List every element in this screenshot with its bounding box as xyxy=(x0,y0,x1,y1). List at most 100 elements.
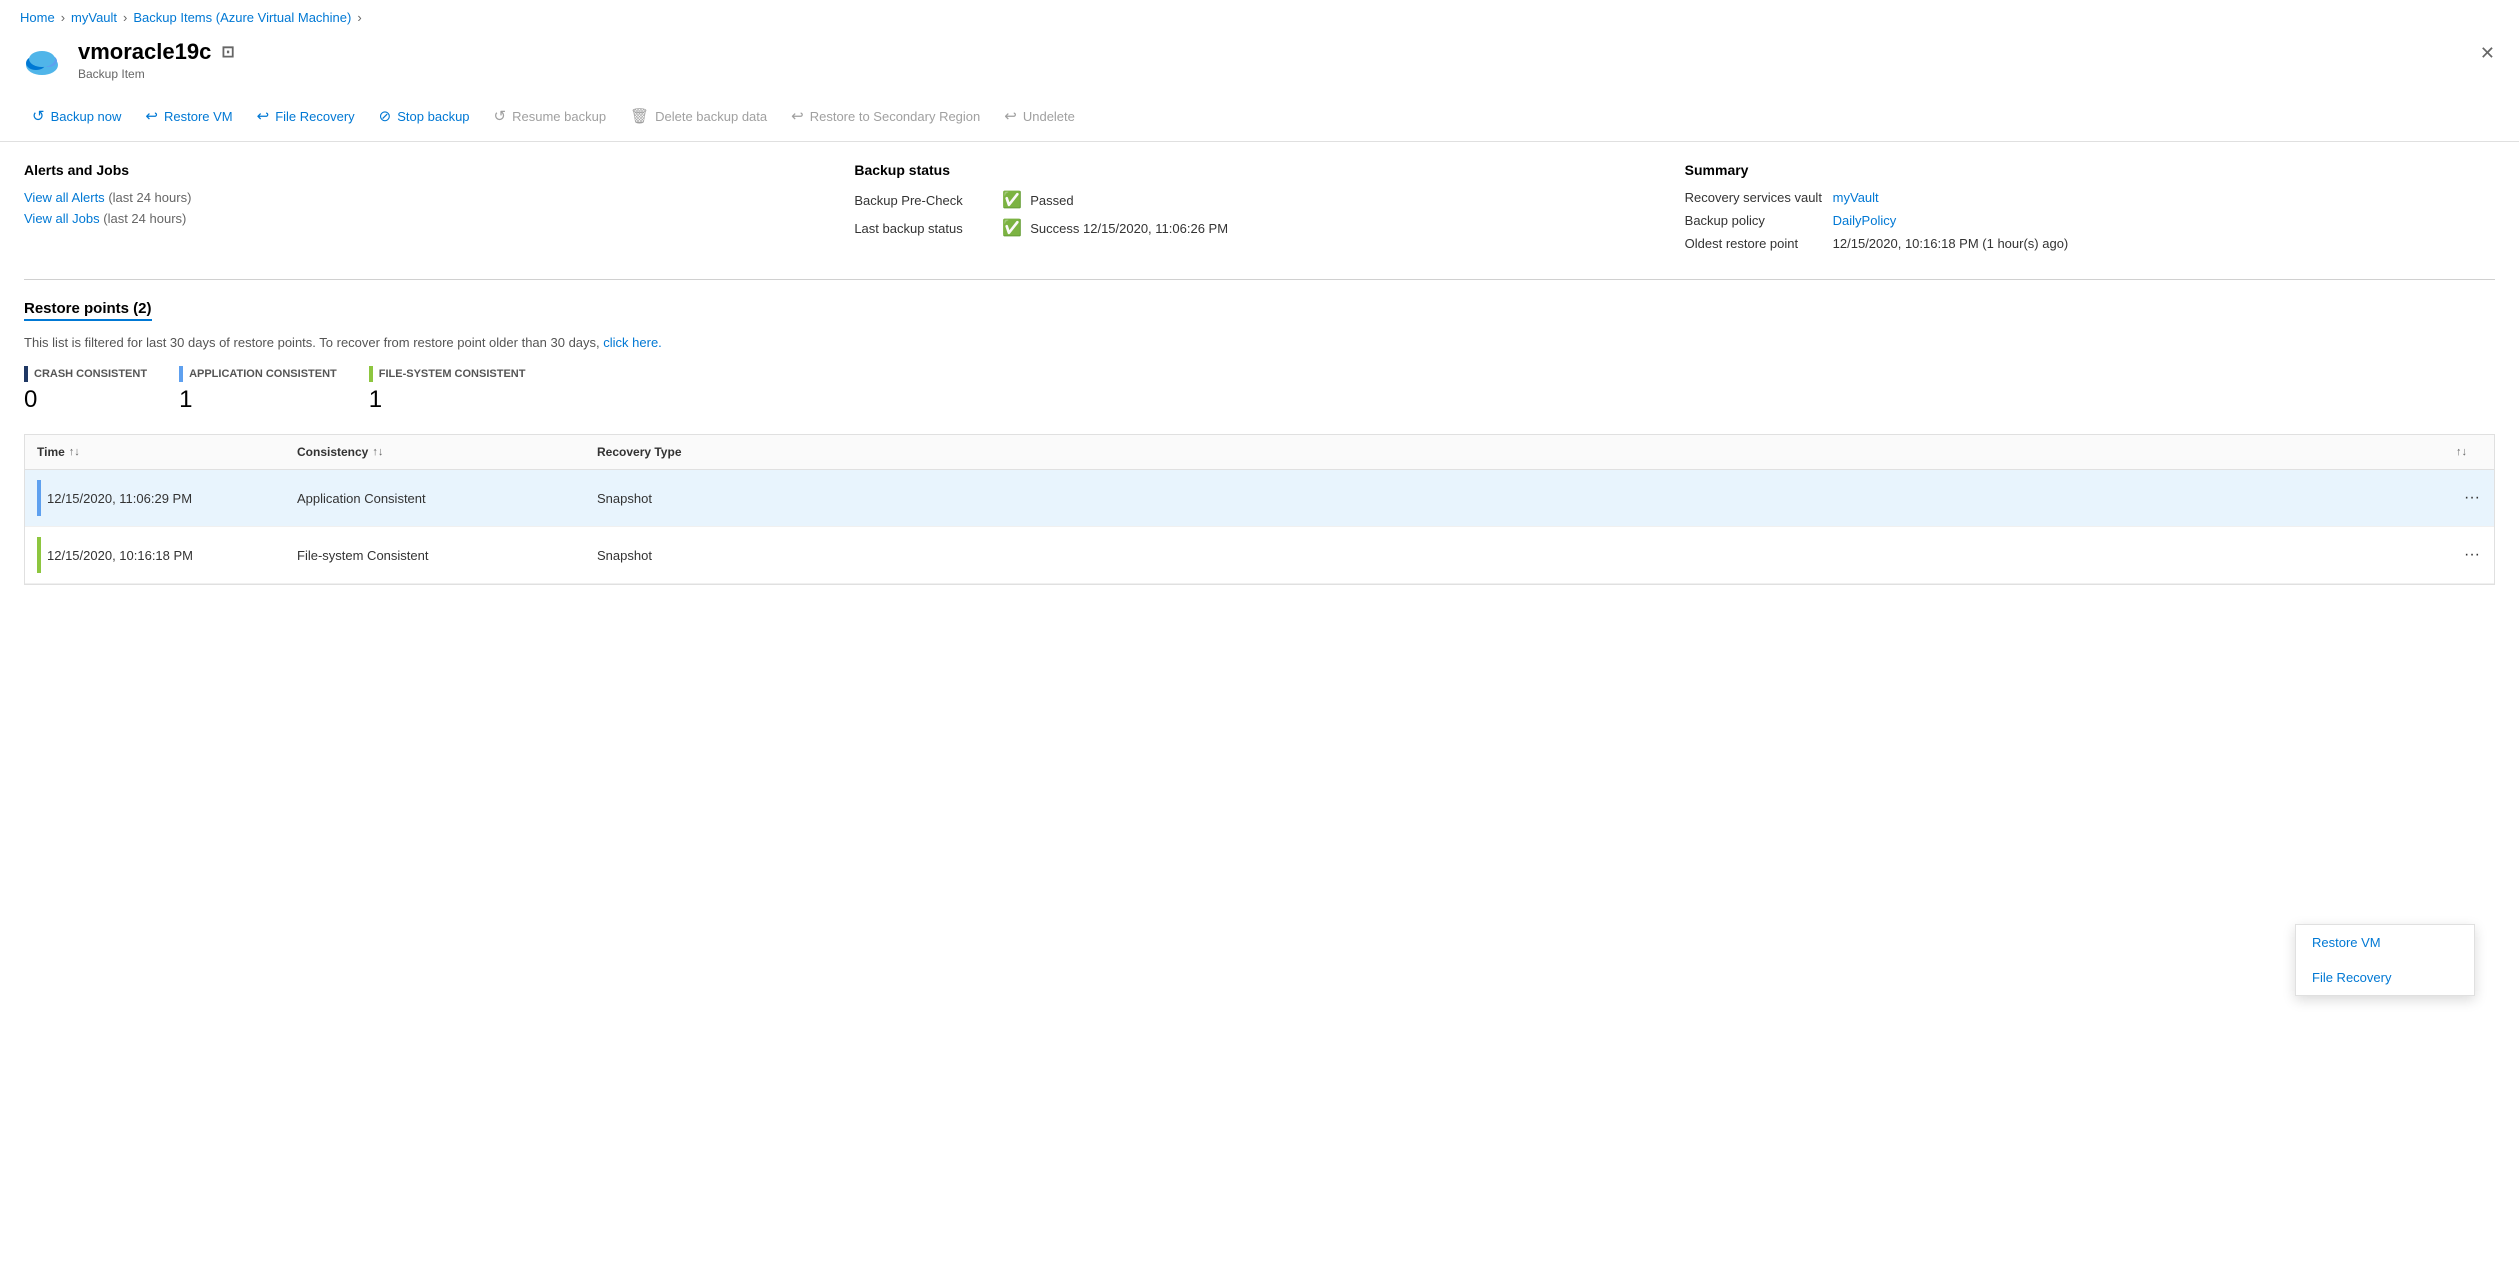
undelete-icon: ↩ xyxy=(1004,107,1017,125)
vault-row: Recovery services vault myVault xyxy=(1685,190,2495,205)
app-count: 1 xyxy=(179,386,337,414)
app-label: APPLICATION CONSISTENT xyxy=(189,368,337,380)
row1-consistency: Application Consistent xyxy=(285,481,585,516)
restore-vm-icon: ↩ xyxy=(145,107,158,125)
row1-indicator xyxy=(37,480,41,516)
table-header: Time ↑↓ Consistency ↑↓ Recovery Type ↑↓ xyxy=(25,435,2494,470)
stop-backup-button[interactable]: ⊘ Stop backup xyxy=(367,101,482,131)
col-time-header: Time ↑↓ xyxy=(25,435,285,469)
file-recovery-button[interactable]: ↩ File Recovery xyxy=(245,101,367,131)
resource-icon xyxy=(20,39,64,83)
backup-status-section: Backup status Backup Pre-Check ✅ Passed … xyxy=(854,162,1664,259)
view-jobs-row: View all Jobs (last 24 hours) xyxy=(24,211,834,226)
stop-backup-icon: ⊘ xyxy=(379,107,392,125)
consistency-sort-icon[interactable]: ↑↓ xyxy=(372,446,383,458)
info-sections: Alerts and Jobs View all Alerts (last 24… xyxy=(24,162,2495,259)
close-button[interactable]: ✕ xyxy=(2476,39,2499,68)
row1-time: 12/15/2020, 11:06:29 PM xyxy=(25,470,285,526)
breadcrumb-backup-items[interactable]: Backup Items (Azure Virtual Machine) xyxy=(133,10,351,25)
last-status-label: Last backup status xyxy=(854,221,994,236)
alerts-title: Alerts and Jobs xyxy=(24,162,834,178)
page-title: vmoracle19c xyxy=(78,39,211,65)
page-header: vmoracle19c ⊡ Backup Item ✕ xyxy=(0,31,2519,95)
undelete-button[interactable]: ↩ Undelete xyxy=(992,101,1087,131)
crash-bar xyxy=(24,366,28,382)
jobs-period: (last 24 hours) xyxy=(103,211,186,226)
vault-value[interactable]: myVault xyxy=(1833,190,1879,205)
row1-ellipsis-button[interactable]: ··· xyxy=(2456,485,2488,511)
restore-points-table: Time ↑↓ Consistency ↑↓ Recovery Type ↑↓ xyxy=(24,434,2495,585)
restore-secondary-icon: ↩ xyxy=(791,107,804,125)
delete-icon: 🗑 xyxy=(630,107,649,125)
table-row[interactable]: 12/15/2020, 10:16:18 PM File-system Cons… xyxy=(25,527,2494,584)
view-jobs-link[interactable]: View all Jobs xyxy=(24,211,100,226)
restore-point-row: Oldest restore point 12/15/2020, 10:16:1… xyxy=(1685,236,2495,251)
crash-label: CRASH CONSISTENT xyxy=(34,368,147,380)
restore-vm-button[interactable]: ↩ Restore VM xyxy=(133,101,244,131)
summary-section: Summary Recovery services vault myVault … xyxy=(1685,162,2495,259)
col-actions-header: ↑↓ xyxy=(2444,435,2494,469)
last-status-value: Success 12/15/2020, 11:06:26 PM xyxy=(1030,221,1228,236)
breadcrumb: Home › myVault › Backup Items (Azure Vir… xyxy=(0,0,2519,31)
backup-now-button[interactable]: ↺ Backup now xyxy=(20,101,133,131)
success-icon: ✅ xyxy=(1002,218,1022,238)
main-content: Alerts and Jobs View all Alerts (last 24… xyxy=(0,142,2519,605)
backup-now-icon: ↺ xyxy=(32,107,45,125)
row2-ellipsis-button[interactable]: ··· xyxy=(2456,542,2488,568)
fs-bar xyxy=(369,366,373,382)
title-area: vmoracle19c ⊡ Backup Item xyxy=(78,39,235,81)
app-bar xyxy=(179,366,183,382)
context-file-recovery[interactable]: File Recovery xyxy=(2296,960,2474,995)
section-divider xyxy=(24,279,2495,280)
row1-recovery-type: Snapshot xyxy=(585,481,2444,516)
col-recovery-type-header: Recovery Type xyxy=(585,435,2444,469)
row2-consistency: File-system Consistent xyxy=(285,538,585,573)
crash-count: 0 xyxy=(24,386,147,414)
fs-label: FILE-SYSTEM CONSISTENT xyxy=(379,368,526,380)
row2-time: 12/15/2020, 10:16:18 PM xyxy=(25,527,285,583)
summary-title: Summary xyxy=(1685,162,2495,178)
context-menu: Restore VM File Recovery xyxy=(2295,924,2475,996)
fs-consistent-legend: FILE-SYSTEM CONSISTENT 1 xyxy=(369,366,526,414)
restore-point-label: Oldest restore point xyxy=(1685,236,1825,251)
policy-value[interactable]: DailyPolicy xyxy=(1833,213,1897,228)
pre-check-row: Backup Pre-Check ✅ Passed xyxy=(854,190,1664,210)
restore-points-title: Restore points (2) xyxy=(24,300,152,321)
table-container: Time ↑↓ Consistency ↑↓ Recovery Type ↑↓ xyxy=(24,434,2495,585)
row2-actions: ··· xyxy=(2444,532,2494,578)
delete-backup-data-button[interactable]: 🗑 Delete backup data xyxy=(618,101,779,131)
table-row[interactable]: 12/15/2020, 11:06:29 PM Application Cons… xyxy=(25,470,2494,527)
row1-actions: ··· xyxy=(2444,475,2494,521)
filter-text: This list is filtered for last 30 days o… xyxy=(24,335,2495,350)
row2-recovery-type: Snapshot xyxy=(585,538,2444,573)
pre-check-value: Passed xyxy=(1030,193,1073,208)
crash-consistent-legend: CRASH CONSISTENT 0 xyxy=(24,366,147,414)
legend-row: CRASH CONSISTENT 0 APPLICATION CONSISTEN… xyxy=(24,366,2495,414)
policy-row: Backup policy DailyPolicy xyxy=(1685,213,2495,228)
policy-label: Backup policy xyxy=(1685,213,1825,228)
app-consistent-legend: APPLICATION CONSISTENT 1 xyxy=(179,366,337,414)
view-alerts-link[interactable]: View all Alerts xyxy=(24,190,105,205)
alerts-period: (last 24 hours) xyxy=(108,190,191,205)
restore-secondary-button[interactable]: ↩ Restore to Secondary Region xyxy=(779,101,992,131)
breadcrumb-home[interactable]: Home xyxy=(20,10,55,25)
row2-indicator xyxy=(37,537,41,573)
context-restore-vm[interactable]: Restore VM xyxy=(2296,925,2474,960)
resume-backup-icon: ↺ xyxy=(494,107,507,125)
restore-points-section: Restore points (2) This list is filtered… xyxy=(24,300,2495,585)
click-here-link[interactable]: click here. xyxy=(603,335,662,350)
fs-count: 1 xyxy=(369,386,526,414)
time-sort-icon[interactable]: ↑↓ xyxy=(69,446,80,458)
actions-sort-icon[interactable]: ↑↓ xyxy=(2456,446,2467,458)
share-icon[interactable]: ⊡ xyxy=(221,42,234,62)
vault-label: Recovery services vault xyxy=(1685,190,1825,205)
last-status-row: Last backup status ✅ Success 12/15/2020,… xyxy=(854,218,1664,238)
col-consistency-header: Consistency ↑↓ xyxy=(285,435,585,469)
toolbar: ↺ Backup now ↩ Restore VM ↩ File Recover… xyxy=(0,95,2519,142)
backup-status-title: Backup status xyxy=(854,162,1664,178)
file-recovery-icon: ↩ xyxy=(257,107,270,125)
breadcrumb-myvault[interactable]: myVault xyxy=(71,10,117,25)
view-alerts-row: View all Alerts (last 24 hours) xyxy=(24,190,834,205)
alerts-section: Alerts and Jobs View all Alerts (last 24… xyxy=(24,162,834,259)
resume-backup-button[interactable]: ↺ Resume backup xyxy=(482,101,619,131)
